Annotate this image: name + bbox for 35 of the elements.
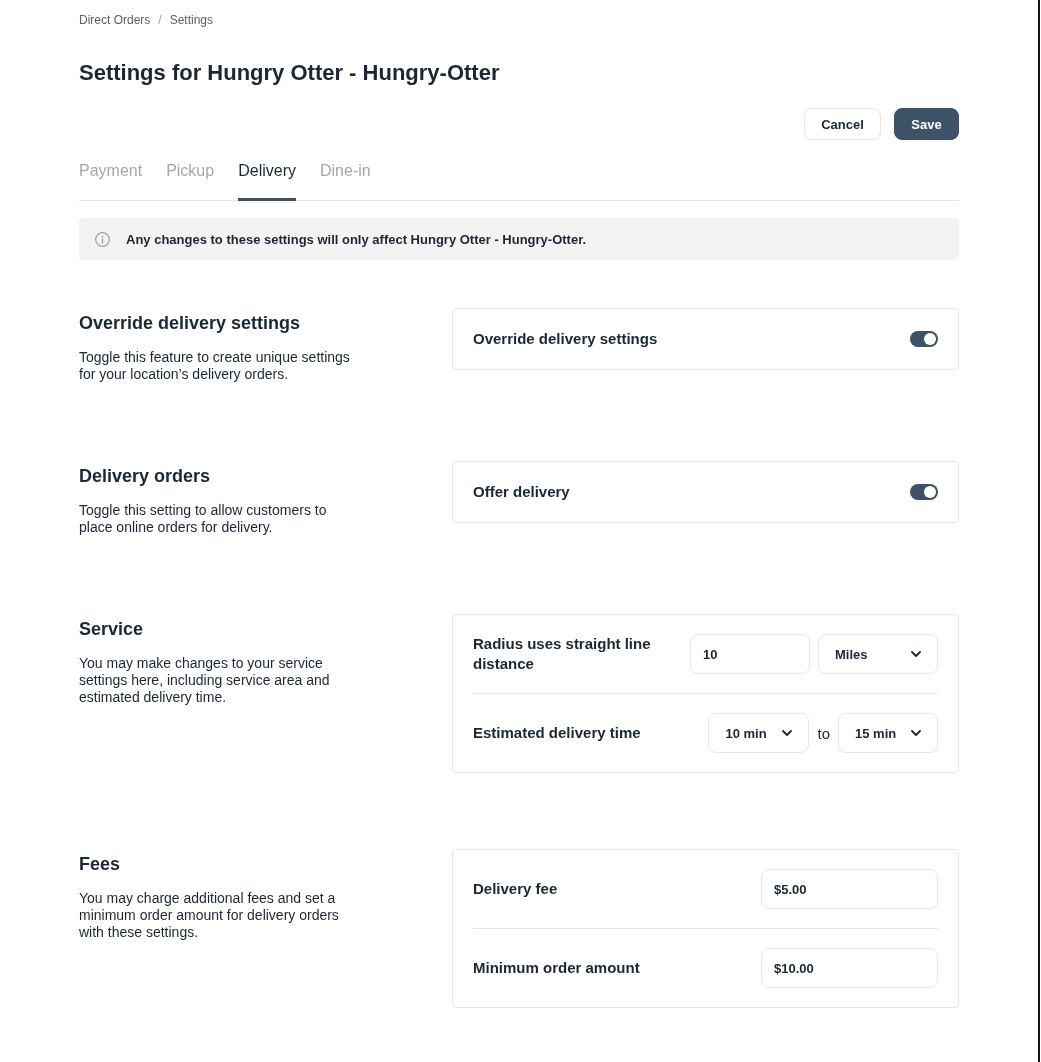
section-description: You may make changes to your service settings here, including service area and estimated delivery time. [79, 655, 331, 706]
setting-label: Radius uses straight line distance [473, 634, 652, 674]
setting-label: Estimated delivery time [473, 723, 641, 743]
dropdown-select[interactable]: 15 min [838, 713, 938, 753]
input-field[interactable]: $5.00 [761, 869, 938, 909]
section-title: Service [79, 618, 144, 640]
chevron-down-icon [911, 730, 921, 736]
info-icon [95, 231, 110, 247]
breadcrumb-current: Settings [169, 13, 214, 27]
cancel-button[interactable]: Cancel [804, 108, 881, 140]
chevron-down-icon [911, 651, 921, 657]
toggle-switch[interactable] [910, 484, 938, 500]
page-title: Settings for Hungry Otter - Hungry-Otter [79, 59, 500, 87]
section-description: You may charge additional fees and set a minimum order amount for delivery orders with these settings. [79, 890, 340, 941]
save-button[interactable]: Save [894, 108, 959, 140]
breadcrumb-link[interactable]: Direct Orders [79, 13, 151, 27]
setting-label: Delivery fee [473, 879, 558, 899]
range-separator-text: to [817, 724, 830, 742]
section-description: Toggle this feature to create unique settings for your location’s delivery orders. [79, 349, 351, 383]
dropdown-select[interactable]: 10 min [708, 713, 810, 753]
input-field[interactable]: $10.00 [761, 948, 938, 988]
toggle-switch[interactable] [910, 331, 938, 347]
section-title: Override delivery settings [79, 312, 301, 334]
breadcrumb-separator: / [158, 13, 162, 27]
setting-label: Minimum order amount [473, 958, 640, 978]
chevron-down-icon [782, 730, 793, 736]
tab[interactable]: Delivery [238, 154, 296, 201]
dropdown-select[interactable]: Miles [818, 634, 938, 674]
setting-label: Offer delivery [473, 482, 570, 502]
section-title: Delivery orders [79, 465, 211, 487]
input-field[interactable]: 10 [690, 634, 810, 674]
setting-label: Override delivery settings [473, 329, 658, 349]
section-title: Fees [79, 853, 121, 875]
banner-text: Any changes to these settings will only affect Hungry Otter - Hungry-Otter. [126, 231, 587, 247]
section-description: Toggle this setting to allow customers to place online orders for delivery. [79, 502, 328, 536]
